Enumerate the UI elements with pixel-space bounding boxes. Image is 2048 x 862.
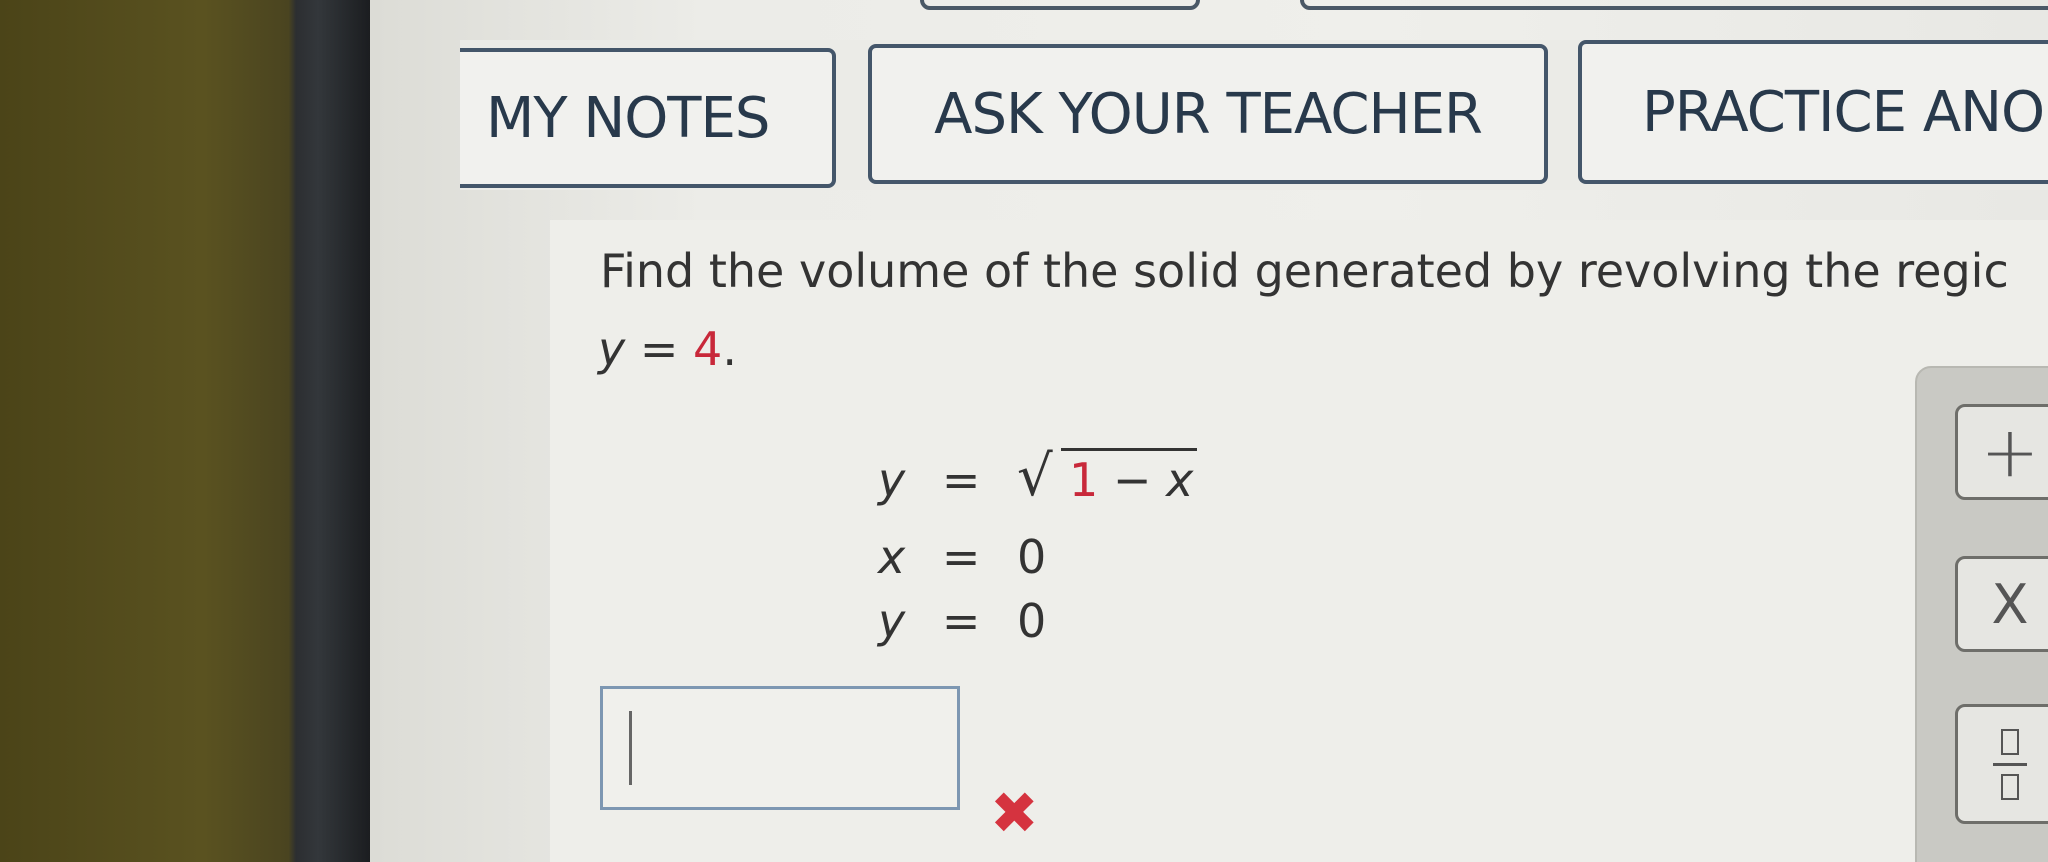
text-cursor [629,711,632,785]
multiply-button[interactable]: X [1955,556,2048,652]
fraction-numerator-icon [2001,728,2019,755]
practice-another-button[interactable]: PRACTICE ANO [1578,40,2048,184]
plus-button[interactable]: + [1955,404,2048,500]
eq1-lhs: y [878,453,906,507]
plus-icon: + [1980,411,2040,493]
times-icon: X [1991,572,2029,636]
answer-input[interactable] [600,686,960,810]
var-y: y [598,322,626,376]
equation-2: x = 0 [878,530,1046,584]
ask-your-teacher-button[interactable]: ASK YOUR TEACHER [868,44,1548,184]
equals-sign: = [625,322,694,376]
eq3-lhs: y [878,594,906,648]
square-root: √ 1 − x [1017,444,1198,509]
radicand-number: 1 [1069,453,1099,507]
question-text: Find the volume of the solid generated b… [600,244,2009,298]
equation-3: y = 0 [878,594,1046,648]
axis-value: 4 [693,322,723,376]
fraction-bar-icon [1993,762,2027,766]
eq2-rhs: 0 [1017,530,1047,584]
fraction-button[interactable] [1955,704,2048,824]
my-notes-label: MY NOTES [486,85,770,151]
question-text-line2: y = 4. [598,322,737,376]
eq1-equals: = [941,453,981,507]
top-tab-stub [920,0,1200,10]
screen-bezel [0,0,370,862]
equation-1: y = √ 1 − x [878,444,1198,509]
top-tab-stub [1300,0,2048,10]
my-notes-button[interactable]: MY NOTES [460,48,836,188]
fraction-denominator-icon [2001,773,2019,800]
eq2-equals: = [941,530,981,584]
ask-teacher-label: ASK YOUR TEACHER [934,81,1483,147]
period: . [722,322,737,376]
eq2-lhs: x [878,530,906,584]
eq3-rhs: 0 [1017,594,1047,648]
browser-viewport: MY NOTES ASK YOUR TEACHER PRACTICE ANO F… [370,0,2048,862]
radicand: 1 − x [1061,448,1198,507]
eq3-equals: = [941,594,981,648]
radical-sign-icon: √ [1017,444,1053,509]
radicand-rest: − x [1098,453,1194,507]
practice-label: PRACTICE ANO [1642,79,2045,145]
incorrect-x-icon: ✖ [990,779,1039,847]
